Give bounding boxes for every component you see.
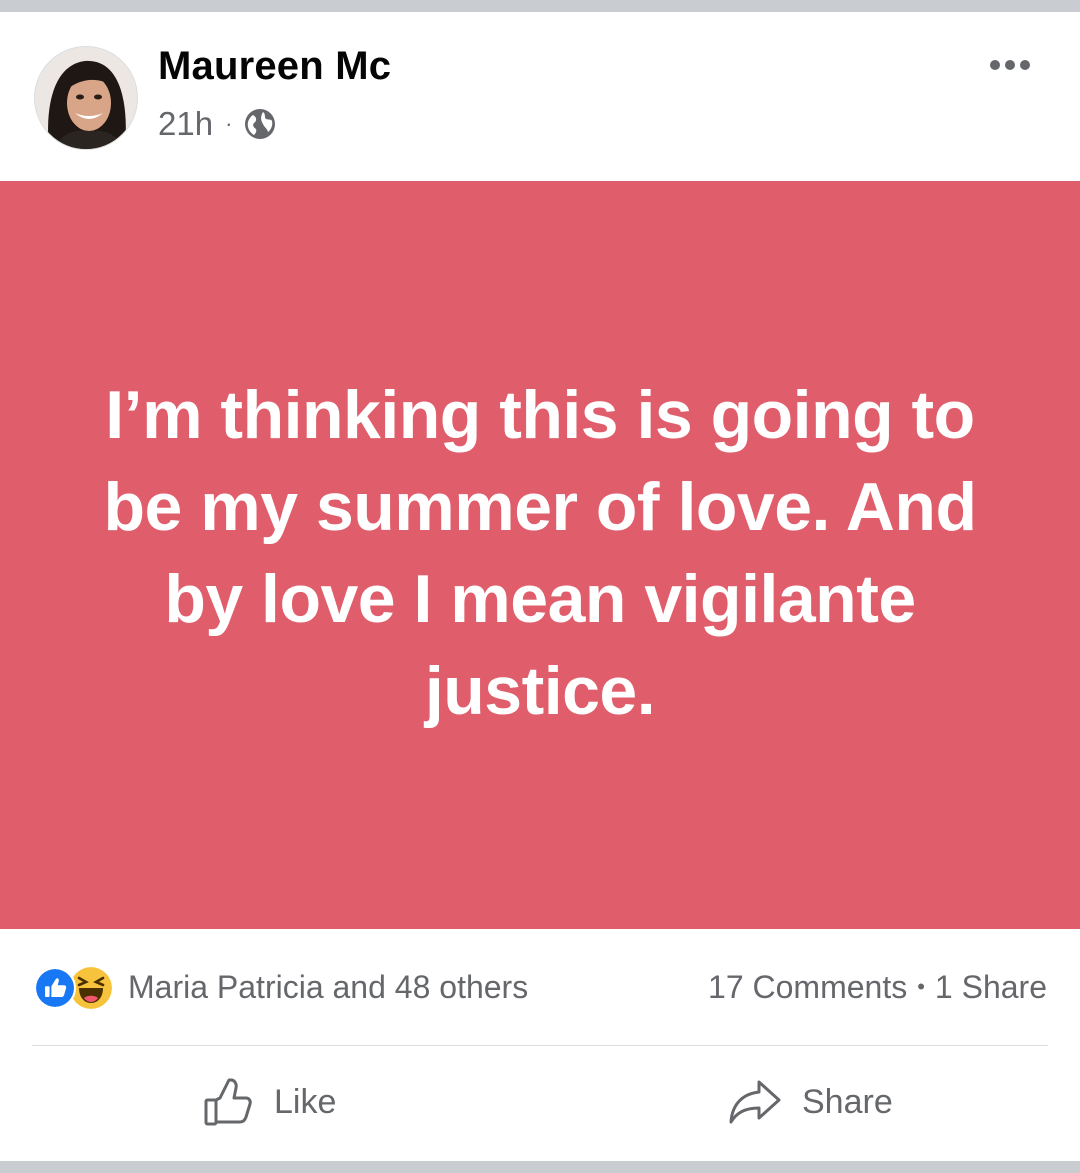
reaction-icons[interactable] [34,967,120,1011]
post-timestamp[interactable]: 21h [158,105,213,143]
feed-separator-bottom [0,1161,1080,1173]
thumbs-up-icon [204,1078,252,1126]
like-label: Like [274,1082,337,1121]
more-options-button[interactable] [980,50,1040,80]
feed-separator-top [0,0,1080,12]
more-dots-icon [990,60,1000,70]
avatar-image [35,47,137,149]
share-label: Share [802,1082,893,1121]
post-actions-bar: Like Share [0,1046,1080,1161]
meta-separator: · [225,111,233,136]
share-arrow-icon [729,1080,781,1124]
haha-reaction-icon [70,967,112,1009]
shares-count[interactable]: 1 Share [935,969,1047,1005]
like-button[interactable]: Like [202,1072,336,1132]
share-button[interactable]: Share [728,1072,893,1132]
post-background-banner: I’m thinking this is going to be my summ… [0,181,1080,929]
post-header: Maureen Mc 21h · [0,12,1080,181]
author-name[interactable]: Maureen Mc [158,44,391,89]
comments-count[interactable]: 17 Comments [708,969,907,1005]
like-reaction-icon [34,967,76,1009]
globe-icon [245,109,276,139]
post-meta: 21h · [158,104,276,144]
reactions-summary-text[interactable]: Maria Patricia and 48 others [128,969,528,1006]
engagement-counts: 17 Comments • 1 Share [708,969,1047,1006]
counts-separator: • [917,974,925,999]
reactions-summary-row: Maria Patricia and 48 others 17 Comments… [0,929,1080,1045]
post-text: I’m thinking this is going to be my summ… [103,377,977,729]
author-avatar[interactable] [34,46,138,150]
